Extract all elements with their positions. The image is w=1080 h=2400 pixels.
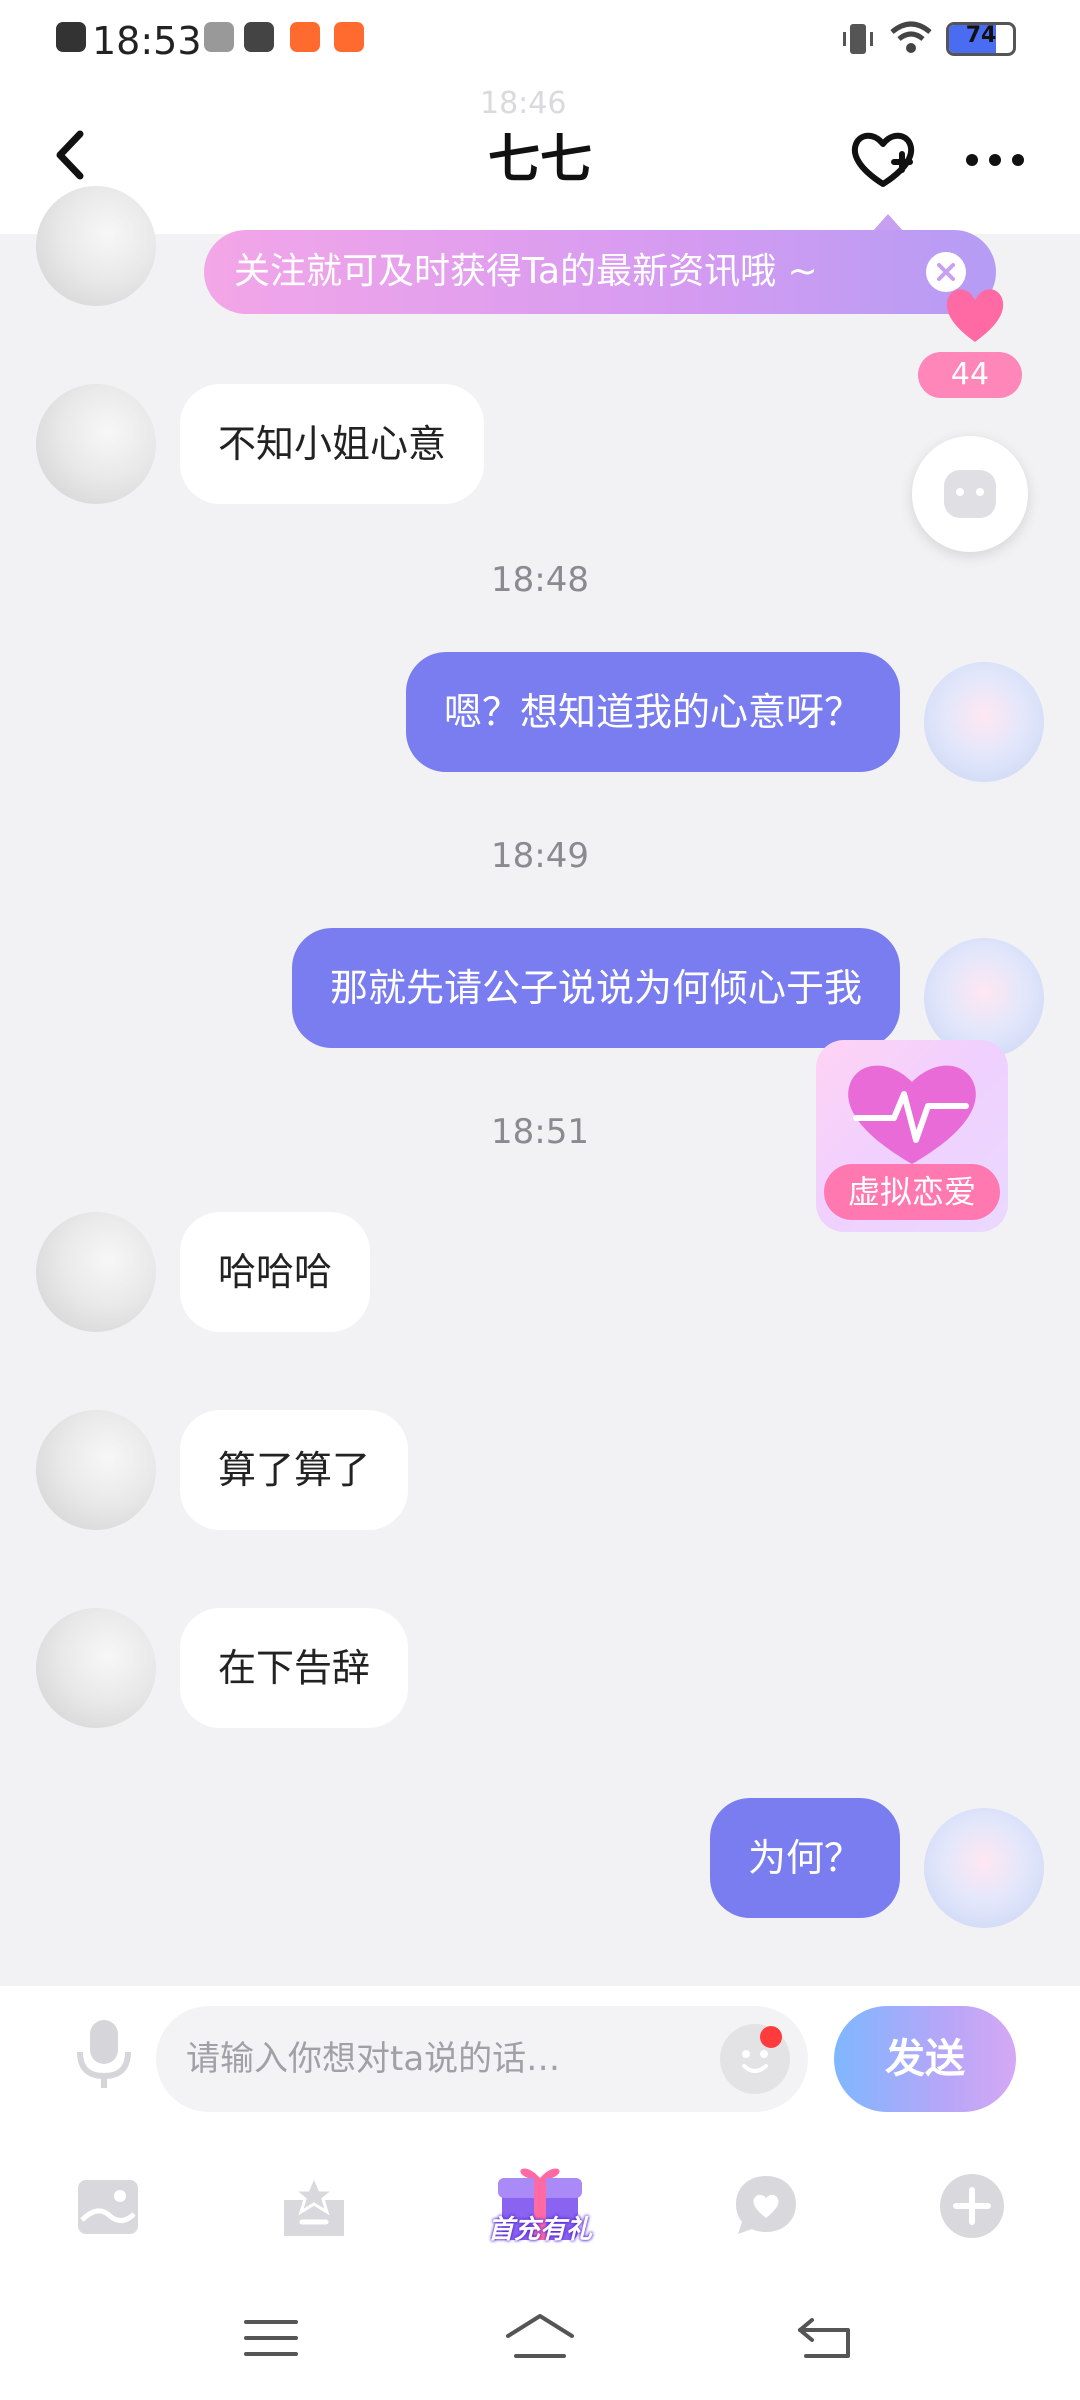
message-bubble-received[interactable]: 算了算了: [180, 1410, 409, 1530]
contact-avatar[interactable]: [36, 186, 156, 306]
message-input[interactable]: 请输入你想对ta说的话…: [156, 2006, 808, 2112]
message-bubble-sent[interactable]: 那就先请公子说说为何倾心于我: [291, 928, 900, 1048]
chat-title: 七七: [487, 130, 592, 190]
menu-icon[interactable]: [236, 2310, 306, 2366]
like-heart-icon[interactable]: [940, 280, 1010, 350]
battery-indicator: 74: [946, 22, 1016, 56]
contact-avatar[interactable]: [36, 384, 156, 504]
more-options-button[interactable]: [960, 130, 1030, 190]
input-placeholder: 请输入你想对ta说的话…: [186, 2039, 561, 2079]
app-notification-icon: [290, 22, 320, 52]
heartbeat-icon: [848, 1065, 976, 1164]
message-bubble-received[interactable]: 在下告辞: [180, 1608, 409, 1728]
home-icon[interactable]: [500, 2310, 580, 2366]
like-count: 44: [918, 352, 1022, 398]
follow-tip-banner: 关注就可及时获得Ta的最新资讯哦 ~: [204, 230, 996, 314]
message-bubble-received[interactable]: 不知小姐心意: [180, 384, 485, 504]
my-avatar[interactable]: [924, 1808, 1044, 1928]
star-box-button[interactable]: [278, 2170, 350, 2242]
notification-close-icon: [56, 22, 86, 52]
plus-button[interactable]: [936, 2170, 1008, 2242]
message-bubble-sent[interactable]: 为何？: [709, 1798, 900, 1918]
message-bubble-received[interactable]: 哈哈哈: [180, 1212, 371, 1332]
emoji-button[interactable]: [720, 2024, 790, 2094]
back-nav-icon[interactable]: [790, 2310, 860, 2366]
message-timestamp: 18:49: [491, 836, 589, 876]
virtual-love-label: 虚拟恋爱: [824, 1164, 1000, 1220]
contact-avatar[interactable]: [36, 1608, 156, 1728]
message-timestamp: 18:48: [491, 560, 589, 600]
send-button[interactable]: 发送: [834, 2006, 1016, 2112]
wifi-icon: [890, 21, 932, 53]
faded-timestamp: 18:46: [480, 86, 567, 121]
robot-icon: [944, 470, 996, 518]
app-notification-icon: [334, 22, 364, 52]
notification-dot: [760, 2026, 782, 2048]
app-notification-icon: [244, 22, 274, 52]
first-recharge-gift-label[interactable]: 首充有礼: [474, 2210, 606, 2250]
follow-button[interactable]: [848, 124, 918, 194]
follow-tip-text: 关注就可及时获得Ta的最新资讯哦 ~: [234, 251, 818, 292]
contact-avatar[interactable]: [36, 1410, 156, 1530]
status-time: 18:53: [92, 19, 202, 63]
contact-avatar[interactable]: [36, 1212, 156, 1332]
heart-chat-button[interactable]: [730, 2170, 802, 2242]
assistant-button[interactable]: [912, 436, 1028, 552]
vibrate-icon: [843, 24, 873, 54]
microphone-button[interactable]: [74, 2016, 134, 2092]
message-bubble-sent[interactable]: 嗯？想知道我的心意呀？: [405, 652, 900, 772]
back-button[interactable]: [46, 120, 96, 190]
app-notification-icon: [204, 22, 234, 52]
message-timestamp: 18:51: [491, 1112, 589, 1152]
my-avatar[interactable]: [924, 662, 1044, 782]
image-button[interactable]: [72, 2170, 144, 2242]
